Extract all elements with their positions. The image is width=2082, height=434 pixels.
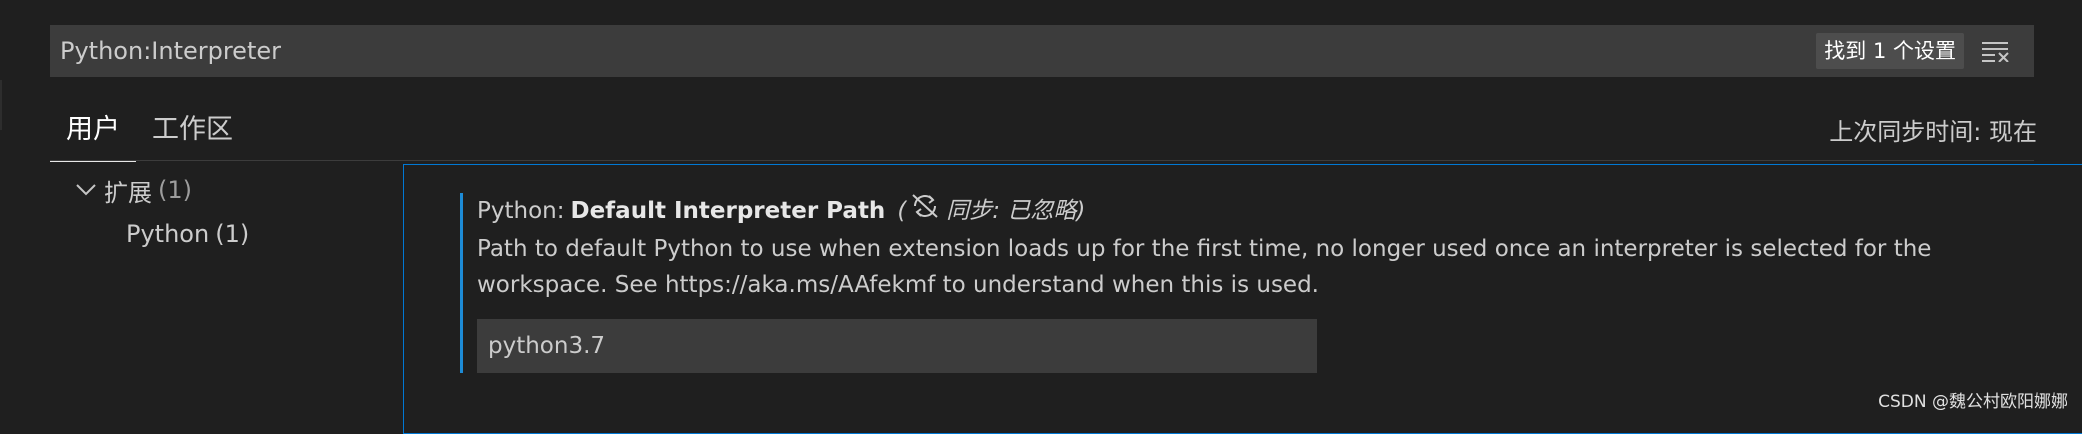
search-result-count: 找到 1 个设置 [1816, 33, 1964, 69]
toc-item-extensions[interactable]: 扩展 (1) [72, 168, 249, 212]
setting-name: Default Interpreter Path [570, 198, 886, 224]
settings-list-panel: Python: Default Interpreter Path ( 同步: 已… [403, 164, 2082, 434]
tabs-divider [50, 160, 2034, 161]
toc-item-count: (1) [215, 220, 250, 248]
setting-title: Python: Default Interpreter Path ( 同步: 已… [477, 193, 1937, 229]
settings-scope-tabs: 用户 工作区 [50, 106, 249, 162]
watermark: CSDN @魏公村欧阳娜娜 [1878, 392, 2068, 412]
settings-search-bar: 找到 1 个设置 [50, 25, 2034, 77]
setting-category: Python: [477, 198, 565, 224]
description-line: workspace. See https://aka.ms/AAfekmf to… [477, 272, 1319, 298]
clear-filter-icon[interactable] [1980, 35, 2012, 67]
last-sync-time: 上次同步时间: 现在 [1829, 118, 2037, 146]
toc-item-count: (1) [158, 176, 192, 204]
toc-item-python[interactable]: Python (1) [72, 212, 249, 256]
description-line: Path to default Python to use when exten… [477, 236, 1932, 262]
setting-description: Path to default Python to use when exten… [477, 231, 1937, 303]
setting-item-default-interpreter-path: Python: Default Interpreter Path ( 同步: 已… [460, 193, 1937, 373]
interpreter-path-input[interactable] [477, 319, 1317, 373]
settings-toc-tree: 扩展 (1) Python (1) [72, 168, 249, 256]
window-edge [0, 80, 2, 130]
tab-user[interactable]: 用户 [50, 106, 136, 162]
chevron-down-icon [72, 176, 100, 204]
sync-ignored-indicator: ( 同步: 已忽略) [897, 193, 1085, 229]
toc-item-label: Python [126, 220, 210, 248]
sync-ignored-label: 同步: 已忽略) [946, 198, 1086, 224]
sync-open-paren: ( [897, 198, 907, 224]
toc-item-label: 扩展 [104, 178, 152, 207]
settings-search-input[interactable] [50, 25, 1817, 77]
sync-ignored-icon [906, 193, 946, 229]
tab-workspace[interactable]: 工作区 [136, 106, 249, 162]
